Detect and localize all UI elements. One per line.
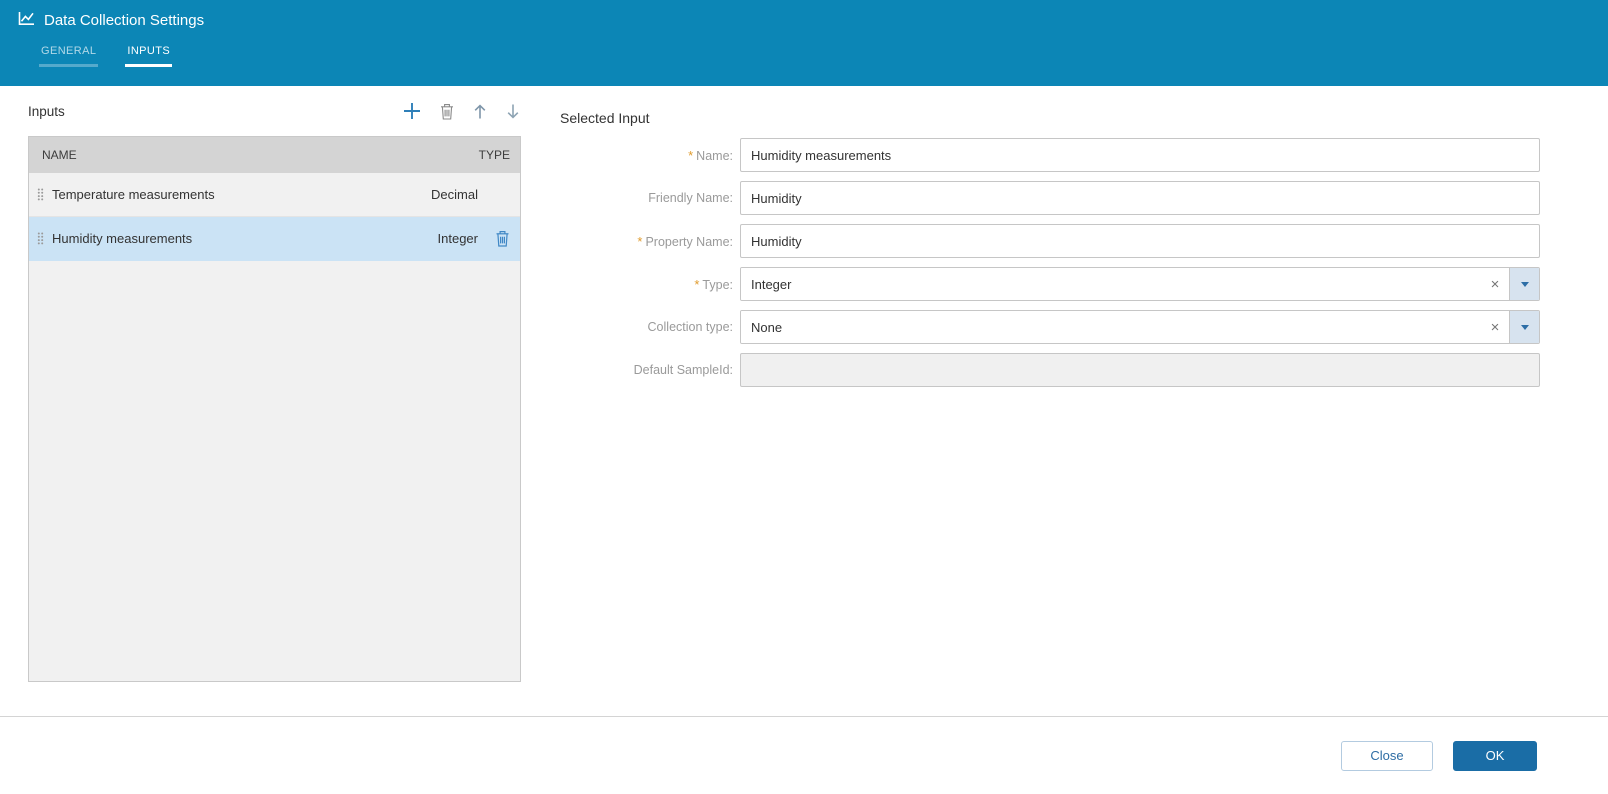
list-empty-area xyxy=(29,261,520,681)
tab-bar: GENERAL INPUTS xyxy=(39,45,1608,67)
drag-handle-icon[interactable] xyxy=(34,188,46,201)
default-sampleid-input xyxy=(740,353,1540,387)
field-label-text: Friendly Name: xyxy=(648,191,733,205)
close-button[interactable]: Close xyxy=(1341,740,1433,771)
delete-input-button[interactable] xyxy=(440,103,454,120)
clear-icon[interactable]: × xyxy=(1481,311,1509,343)
required-marker: * xyxy=(688,147,694,163)
input-type: Integer xyxy=(437,231,478,246)
inputs-list: NAME TYPE Temperature measurements Decim… xyxy=(28,136,521,682)
delete-row-button[interactable] xyxy=(478,230,510,247)
input-name: Humidity measurements xyxy=(52,231,193,246)
chart-icon xyxy=(18,11,35,29)
column-header-name: NAME xyxy=(42,148,77,162)
input-type: Decimal xyxy=(431,187,478,202)
required-marker: * xyxy=(637,233,643,249)
tab-inputs[interactable]: INPUTS xyxy=(125,45,173,67)
chevron-down-icon[interactable] xyxy=(1509,268,1539,300)
chevron-down-icon[interactable] xyxy=(1509,311,1539,343)
collection-type-combobox-input[interactable] xyxy=(741,311,1481,343)
title-row: Data Collection Settings xyxy=(18,0,1608,29)
field-label-text: Name: xyxy=(696,148,733,163)
required-marker: * xyxy=(694,276,700,292)
friendly-name-input[interactable] xyxy=(740,181,1540,215)
selected-input-form: *Name: Friendly Name: *Property Name: *T… xyxy=(560,138,1540,387)
field-name: * Name: xyxy=(560,138,1540,172)
plus-icon xyxy=(404,103,420,119)
field-label-text: Type: xyxy=(702,277,733,292)
header: Data Collection Settings GENERAL INPUTS xyxy=(0,0,1608,86)
property-name-input[interactable] xyxy=(740,224,1540,258)
main-content: Inputs NAME TYPE Temperature measurement… xyxy=(0,86,1608,716)
data-collection-settings-dialog: Data Collection Settings GENERAL INPUTS … xyxy=(0,0,1608,794)
selected-input-title: Selected Input xyxy=(560,110,650,126)
inputs-panel-header: Inputs xyxy=(28,86,521,136)
clear-icon[interactable]: × xyxy=(1481,268,1509,300)
dialog-footer: Close OK xyxy=(0,716,1608,794)
field-label-text: Property Name: xyxy=(645,234,733,249)
field-label-text: Collection type: xyxy=(647,320,733,334)
ok-button[interactable]: OK xyxy=(1453,740,1537,771)
collection-type-combobox: × xyxy=(740,310,1540,344)
inputs-panel: Inputs NAME TYPE Temperature measurement… xyxy=(28,86,521,716)
tab-general[interactable]: GENERAL xyxy=(39,45,99,67)
drag-handle-icon[interactable] xyxy=(34,232,46,245)
type-combobox: × xyxy=(740,267,1540,301)
arrow-down-icon xyxy=(507,104,519,119)
type-combobox-input[interactable] xyxy=(741,268,1481,300)
field-collection-type: Collection type: × xyxy=(560,310,1540,344)
move-up-button[interactable] xyxy=(473,103,487,120)
selected-input-panel: Selected Input *Name: Friendly Name: *Pr… xyxy=(521,86,1608,716)
list-item-humidity[interactable]: Humidity measurements Integer xyxy=(29,217,520,261)
add-input-button[interactable] xyxy=(403,102,421,120)
field-type: *Type: × xyxy=(560,267,1540,301)
field-default-sampleid: Default SampleId: xyxy=(560,353,1540,387)
inputs-panel-title: Inputs xyxy=(28,103,65,119)
arrow-up-icon xyxy=(474,103,486,118)
inputs-toolbar xyxy=(403,102,521,120)
column-header-type: TYPE xyxy=(478,148,510,162)
list-item-temperature[interactable]: Temperature measurements Decimal xyxy=(29,173,520,217)
field-label-text: Default SampleId: xyxy=(633,363,733,377)
trash-icon xyxy=(496,231,509,247)
trash-icon xyxy=(441,103,453,120)
input-name: Temperature measurements xyxy=(52,187,215,202)
page-title: Data Collection Settings xyxy=(44,11,205,29)
name-input[interactable] xyxy=(740,138,1540,172)
list-header-row: NAME TYPE xyxy=(29,137,520,173)
field-friendly-name: Friendly Name: xyxy=(560,181,1540,215)
move-down-button[interactable] xyxy=(506,103,520,120)
field-property-name: * Property Name: xyxy=(560,224,1540,258)
